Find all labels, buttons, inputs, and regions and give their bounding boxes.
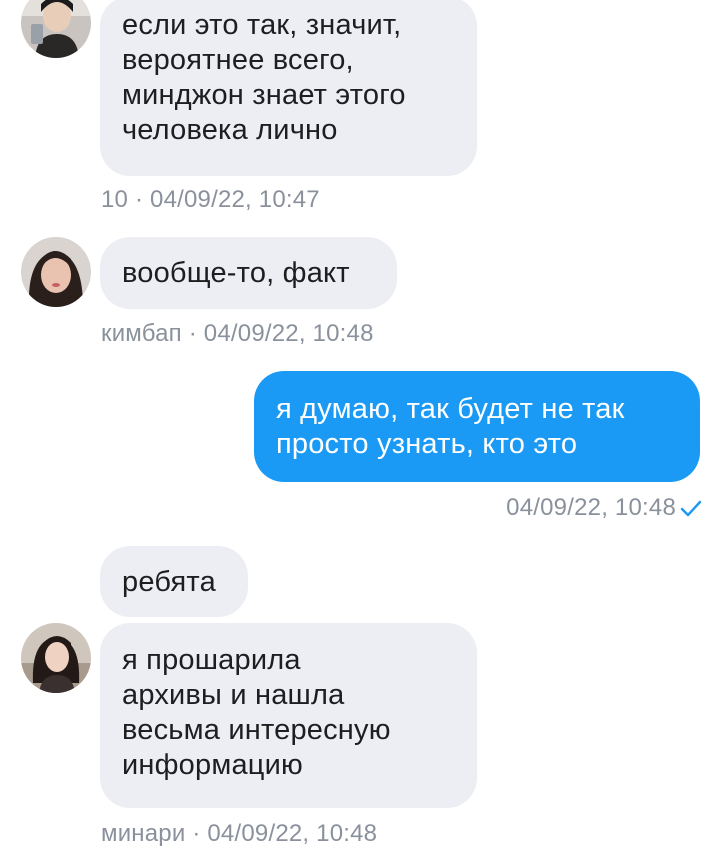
avatar-10[interactable] (21, 0, 91, 58)
avatar-minari[interactable] (21, 623, 91, 693)
message-line: вероятнее всего, (122, 44, 354, 76)
message-meta: 10 · 04/09/22, 10:47 (101, 186, 320, 213)
user-avatar-minari-icon (21, 623, 91, 693)
avatar-kimbap[interactable] (21, 237, 91, 307)
message-bubble-5[interactable]: я прошарила архивы и нашла весьма интере… (100, 623, 477, 808)
message-bubble-4[interactable]: ребята (100, 546, 248, 617)
message-line: информацию (122, 749, 303, 781)
outgoing-message-bubble[interactable]: я думаю, так будет не так просто узнать,… (254, 371, 700, 482)
message-line: весьма интересную (122, 714, 391, 746)
user-avatar-kimbap-icon (21, 237, 91, 307)
message-line: если это так, значит, (122, 9, 402, 41)
message-line: минджон знает этого (122, 79, 406, 111)
message-bubble-2[interactable]: вообще-то, факт (100, 237, 397, 309)
message-line: вообще-то, факт (122, 257, 350, 289)
message-line: архивы и нашла (122, 679, 345, 711)
user-avatar-1-icon (21, 0, 91, 58)
message-line: я думаю, так будет не так (276, 393, 625, 425)
message-meta: минари · 04/09/22, 10:48 (101, 820, 378, 847)
message-line: я прошарила (122, 644, 301, 676)
message-line: ребята (122, 566, 216, 598)
outgoing-message-meta: 04/09/22, 10:48 (506, 494, 702, 525)
message-line: человека лично (122, 114, 338, 146)
message-meta: кимбап · 04/09/22, 10:48 (101, 320, 374, 347)
message-bubble-1[interactable]: если это так, значит, вероятнее всего, м… (100, 0, 477, 176)
message-line: просто узнать, кто это (276, 428, 578, 460)
read-check-icon (680, 497, 702, 525)
message-timestamp: 04/09/22, 10:48 (506, 494, 676, 521)
